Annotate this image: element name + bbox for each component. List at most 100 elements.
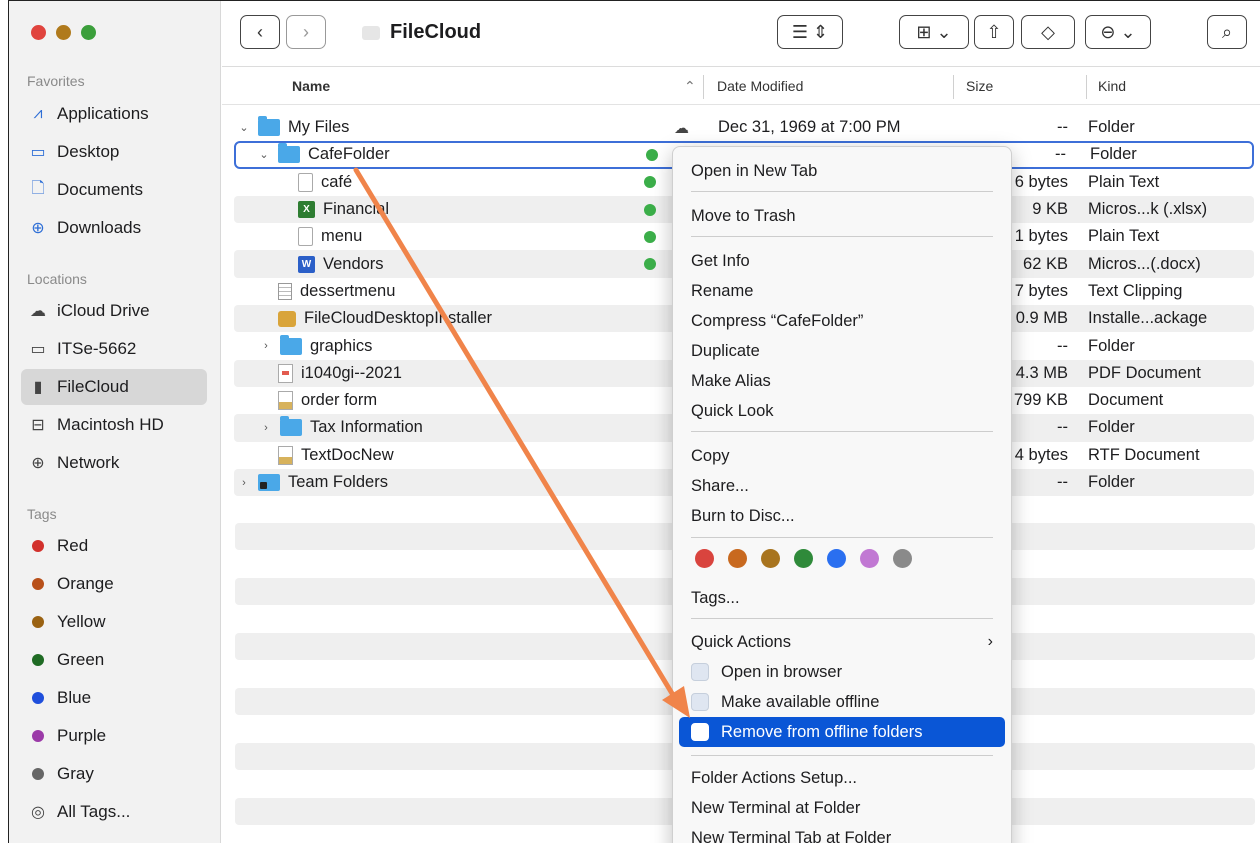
tag-red-swatch-icon[interactable] xyxy=(695,549,714,568)
sidebar-item-desktop[interactable]: ▭ Desktop xyxy=(21,134,207,170)
column-kind[interactable]: Kind xyxy=(1098,78,1126,94)
network-icon: ⊕ xyxy=(31,455,45,472)
search-icon: ⌕ xyxy=(1221,21,1233,42)
sidebar-tag-orange[interactable]: Orange xyxy=(21,566,207,602)
tag-gray-swatch-icon[interactable] xyxy=(893,549,912,568)
column-name[interactable]: Name xyxy=(292,78,330,94)
list-header: Name ⌃ Date Modified Size Kind xyxy=(222,67,1260,105)
sidebar-tag-all-tags[interactable]: ◎ All Tags... xyxy=(21,794,207,830)
sidebar-section-tags: Tags xyxy=(27,506,57,522)
sidebar-item-itse-5662[interactable]: ▭ ITSe-5662 xyxy=(21,331,207,367)
menu-folder-actions-setup[interactable]: Folder Actions Setup... xyxy=(691,765,997,791)
file-name: menu xyxy=(321,227,363,246)
forward-button[interactable]: › xyxy=(286,15,326,49)
menu-quick-actions[interactable]: Quick Actions › xyxy=(691,629,997,655)
minimize-button[interactable] xyxy=(56,25,71,40)
sidebar-tag-blue[interactable]: Blue xyxy=(21,680,207,716)
menu-new-terminal-tab-at-folder[interactable]: New Terminal Tab at Folder xyxy=(691,825,997,843)
window-title: FileCloud xyxy=(390,21,482,43)
menu-tags[interactable]: Tags... xyxy=(691,585,997,611)
menu-compress[interactable]: Compress “CafeFolder” xyxy=(691,308,997,334)
sidebar-item-applications[interactable]: ⩘ Applications xyxy=(21,96,207,132)
menu-rename[interactable]: Rename xyxy=(691,278,997,304)
chevron-right-icon[interactable]: › xyxy=(238,477,250,489)
menu-open-in-browser[interactable]: Open in browser xyxy=(691,659,997,685)
sidebar-item-macintosh-hd[interactable]: ⊟ Macintosh HD xyxy=(21,407,207,443)
purple-tag-dot-icon xyxy=(32,730,44,742)
yellow-tag-dot-icon xyxy=(32,616,44,628)
menu-burn-to-disc[interactable]: Burn to Disc... xyxy=(691,503,997,529)
action-button[interactable]: ⊖ ⌄ xyxy=(1085,15,1151,49)
synced-status-icon xyxy=(644,230,656,243)
sidebar-item-label: FileCloud xyxy=(57,377,129,396)
chevron-right-icon[interactable]: › xyxy=(260,340,272,352)
zoom-button[interactable] xyxy=(81,25,96,40)
tag-green-swatch-icon[interactable] xyxy=(794,549,813,568)
column-date-modified[interactable]: Date Modified xyxy=(717,78,803,94)
menu-copy[interactable]: Copy xyxy=(691,443,997,469)
file-size: -- xyxy=(1057,418,1068,437)
share-button[interactable]: ⇧ xyxy=(974,15,1014,49)
menu-duplicate[interactable]: Duplicate xyxy=(691,338,997,364)
column-size[interactable]: Size xyxy=(966,78,993,94)
chevron-down-icon[interactable]: ⌄ xyxy=(238,121,250,134)
menu-move-to-trash[interactable]: Move to Trash xyxy=(691,203,997,229)
share-icon: ⇧ xyxy=(986,21,1002,42)
back-button[interactable]: ‹ xyxy=(240,15,280,49)
sidebar-item-downloads[interactable]: ⊕ Downloads xyxy=(21,210,207,246)
sidebar-item-label: Orange xyxy=(57,574,114,593)
file-kind: Plain Text xyxy=(1088,172,1160,191)
file-row-my-files[interactable]: ⌄ My Files ☁ Dec 31, 1969 at 7:00 PM -- F… xyxy=(234,114,1254,141)
sidebar-item-label: Network xyxy=(57,453,120,472)
all-tags-icon: ◎ xyxy=(31,804,45,821)
sidebar-tag-yellow[interactable]: Yellow xyxy=(21,604,207,640)
menu-separator xyxy=(691,755,993,756)
view-options-button[interactable]: ☰ ⇕ xyxy=(777,15,843,49)
file-kind: Folder xyxy=(1088,336,1135,355)
file-kind: Micros...(.docx) xyxy=(1088,254,1201,273)
tag-yellow-swatch-icon[interactable] xyxy=(761,549,780,568)
sidebar-tag-purple[interactable]: Purple xyxy=(21,718,207,754)
file-kind: PDF Document xyxy=(1088,363,1201,382)
synced-status-icon xyxy=(646,148,658,161)
menu-share[interactable]: Share... xyxy=(691,473,997,499)
window-title-area: FileCloud xyxy=(362,21,481,44)
sidebar-item-network[interactable]: ⊕ Network xyxy=(21,445,207,481)
menu-make-available-offline[interactable]: Make available offline xyxy=(691,689,997,715)
blue-tag-dot-icon xyxy=(32,692,44,704)
synced-status-icon xyxy=(644,258,656,271)
menu-quick-look[interactable]: Quick Look xyxy=(691,398,997,424)
sidebar-tag-green[interactable]: Green xyxy=(21,642,207,678)
document-file-icon xyxy=(278,391,293,411)
synced-status-icon xyxy=(644,203,656,216)
file-name: i1040gi--2021 xyxy=(301,363,402,382)
file-name: TextDocNew xyxy=(301,445,394,464)
menu-open-in-new-tab[interactable]: Open in New Tab xyxy=(691,158,997,184)
file-date: Dec 31, 1969 at 7:00 PM xyxy=(718,118,901,137)
group-button[interactable]: ⊞ ⌄ xyxy=(899,15,969,49)
icloud-icon: ☁ xyxy=(30,303,46,320)
file-name: dessertmenu xyxy=(300,281,396,300)
search-button[interactable]: ⌕ xyxy=(1207,15,1247,49)
menu-new-terminal-at-folder[interactable]: New Terminal at Folder xyxy=(691,795,997,821)
close-button[interactable] xyxy=(31,25,46,40)
tag-purple-swatch-icon[interactable] xyxy=(860,549,879,568)
menu-get-info[interactable]: Get Info xyxy=(691,248,997,274)
sidebar-tag-gray[interactable]: Gray xyxy=(21,756,207,792)
chevron-right-icon: › xyxy=(987,633,993,650)
cloud-download-icon: ☁ xyxy=(674,119,689,137)
sidebar-item-label: Downloads xyxy=(57,218,142,237)
tags-button[interactable]: ◇ xyxy=(1021,15,1075,49)
chevron-right-icon[interactable]: › xyxy=(260,422,272,434)
folder-icon xyxy=(280,416,302,437)
sidebar-tag-red[interactable]: Red xyxy=(21,528,207,564)
sidebar-item-icloud-drive[interactable]: ☁ iCloud Drive xyxy=(21,293,207,329)
folder-icon xyxy=(258,116,280,137)
sidebar-item-filecloud[interactable]: ▮ FileCloud xyxy=(21,369,207,405)
menu-remove-from-offline-folders[interactable]: Remove from offline folders xyxy=(691,719,997,745)
tag-orange-swatch-icon[interactable] xyxy=(728,549,747,568)
menu-make-alias[interactable]: Make Alias xyxy=(691,368,997,394)
tag-blue-swatch-icon[interactable] xyxy=(827,549,846,568)
sidebar-item-documents[interactable]: 🗋 Documents xyxy=(21,172,207,208)
chevron-down-icon[interactable]: ⌄ xyxy=(258,148,270,161)
